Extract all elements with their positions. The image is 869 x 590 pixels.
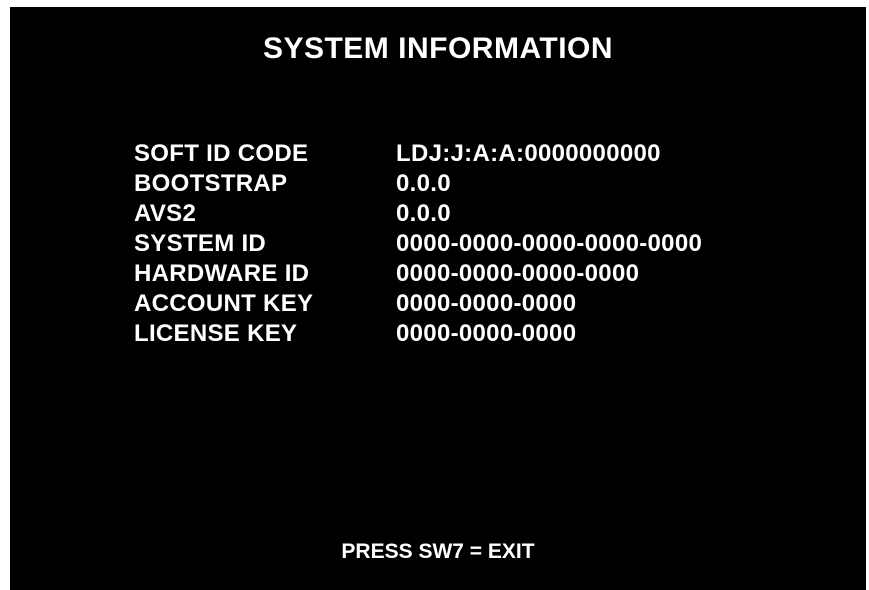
system-id-value: 0000-0000-0000-0000-0000 <box>396 230 703 257</box>
info-row-account-key: ACCOUNT KEY 0000-0000-0000 <box>134 290 702 320</box>
license-key-label: LICENSE KEY <box>134 320 298 347</box>
hardware-id-value: 0000-0000-0000-0000 <box>396 260 640 287</box>
page-title: SYSTEM INFORMATION <box>262 32 614 65</box>
info-row-soft-id-code: SOFT ID CODE LDJ:J:A:A:0000000000 <box>134 140 702 170</box>
avs2-value: 0.0.0 <box>396 200 451 227</box>
bootstrap-value: 0.0.0 <box>396 170 451 197</box>
info-row-license-key: LICENSE KEY 0000-0000-0000 <box>134 320 702 350</box>
system-information-screen: SYSTEM INFORMATION SOFT ID CODE LDJ:J:A:… <box>10 7 866 590</box>
account-key-value: 0000-0000-0000 <box>396 290 577 317</box>
bootstrap-label: BOOTSTRAP <box>134 170 288 197</box>
info-row-bootstrap: BOOTSTRAP 0.0.0 <box>134 170 702 200</box>
avs2-label: AVS2 <box>134 200 197 227</box>
info-row-system-id: SYSTEM ID 0000-0000-0000-0000-0000 <box>134 230 702 260</box>
hardware-id-label: HARDWARE ID <box>134 260 310 287</box>
license-key-value: 0000-0000-0000 <box>396 320 577 347</box>
info-row-hardware-id: HARDWARE ID 0000-0000-0000-0000 <box>134 260 702 290</box>
system-info-list: SOFT ID CODE LDJ:J:A:A:0000000000 BOOTST… <box>134 140 702 350</box>
exit-instruction: PRESS SW7 = EXIT <box>341 540 535 563</box>
soft-id-code-value: LDJ:J:A:A:0000000000 <box>396 140 661 167</box>
system-id-label: SYSTEM ID <box>134 230 267 257</box>
account-key-label: ACCOUNT KEY <box>134 290 314 317</box>
info-row-avs2: AVS2 0.0.0 <box>134 200 702 230</box>
soft-id-code-label: SOFT ID CODE <box>134 140 309 167</box>
